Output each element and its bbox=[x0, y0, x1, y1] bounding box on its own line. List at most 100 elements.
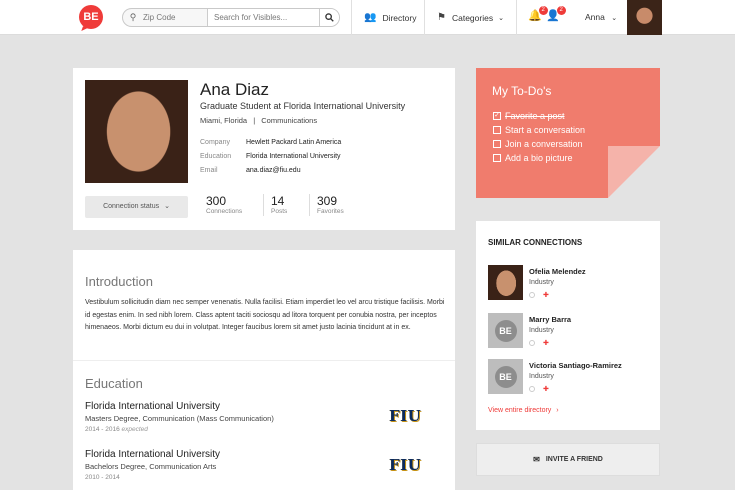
invite-friend-button[interactable]: ✉ INVITE A FRIEND bbox=[476, 443, 660, 476]
chevron-down-icon: ⌄ bbox=[164, 203, 170, 210]
connection-name[interactable]: Ofelia Melendez bbox=[529, 267, 586, 276]
todo-title: My To-Do's bbox=[492, 84, 552, 98]
be-placeholder-icon: BE bbox=[494, 319, 517, 342]
todo-card: My To-Do's ✓ Favorite a post Start a conv… bbox=[476, 68, 660, 198]
chevron-down-icon: ⌄ bbox=[498, 14, 504, 22]
todo-label: Start a conversation bbox=[505, 125, 586, 135]
todo-label: Add a bio picture bbox=[505, 153, 573, 163]
be-logo[interactable]: BE bbox=[79, 5, 103, 29]
connection-actions: ✚ bbox=[529, 339, 549, 347]
page-curl-decoration bbox=[608, 146, 660, 198]
checkbox-icon[interactable] bbox=[493, 154, 501, 162]
add-user-icon[interactable]: ✚ bbox=[543, 291, 549, 299]
school-name[interactable]: Florida International University bbox=[85, 401, 274, 412]
connection-info: Industry bbox=[529, 327, 554, 334]
nav-divider bbox=[351, 0, 352, 35]
add-user-icon[interactable]: ✚ bbox=[543, 339, 549, 347]
stat-number: 300 bbox=[206, 194, 227, 208]
todo-item[interactable]: Start a conversation bbox=[493, 125, 585, 135]
chevron-right-icon: › bbox=[556, 407, 559, 414]
stat-number: 14 bbox=[271, 194, 285, 208]
connection-actions: ✚ bbox=[529, 385, 549, 393]
years-range: 2010 - 2014 bbox=[85, 474, 120, 481]
connection-info: Industry bbox=[529, 279, 554, 286]
nav-divider bbox=[516, 0, 517, 35]
stat-connections[interactable]: 300 Connections bbox=[206, 194, 242, 215]
nav-categories-label: Categories bbox=[451, 12, 494, 23]
email-value[interactable]: ana.diaz@fiu.edu bbox=[246, 167, 301, 174]
todo-item[interactable]: ✓ Favorite a post bbox=[493, 111, 565, 121]
avatar[interactable] bbox=[488, 265, 523, 300]
zip-code-input[interactable]: Zip Code bbox=[143, 9, 208, 26]
avatar[interactable]: BE bbox=[488, 313, 523, 348]
years-note: expected bbox=[121, 426, 148, 433]
favorite-icon[interactable] bbox=[529, 386, 535, 392]
view-directory-link[interactable]: View entire directory › bbox=[488, 407, 559, 414]
education-entry: Florida International University Bachelo… bbox=[85, 449, 220, 481]
years: 2014 - 2016 expected bbox=[85, 426, 274, 433]
checked-box-icon[interactable]: ✓ bbox=[493, 112, 501, 120]
education-label: Education bbox=[200, 153, 232, 160]
school-name[interactable]: Florida International University bbox=[85, 449, 220, 460]
todo-label: Join a conversation bbox=[505, 139, 583, 149]
stat-number: 309 bbox=[317, 194, 338, 208]
similar-connections-heading: SIMILAR CONNECTIONS bbox=[488, 238, 583, 247]
search-bar: ⚲ Zip Code Search for Visibles... bbox=[122, 8, 340, 27]
company-row: Company Hewlett Packard Latin America bbox=[200, 139, 341, 146]
years-range: 2014 - 2016 bbox=[85, 426, 120, 433]
similar-connections-card: SIMILAR CONNECTIONS Ofelia Melendez Indu… bbox=[476, 221, 660, 430]
profile-title: Graduate Student at Florida Internationa… bbox=[200, 101, 406, 111]
stat-label: Posts bbox=[271, 208, 288, 215]
avatar[interactable]: BE bbox=[488, 359, 523, 394]
connection-name[interactable]: Marry Barra bbox=[529, 315, 571, 324]
profile-location: Miami, Florida | Communications bbox=[200, 116, 318, 125]
nav-divider bbox=[424, 0, 425, 35]
requests-badge: 2 bbox=[556, 6, 566, 15]
user-name-label: Anna bbox=[585, 12, 605, 22]
introduction-heading: Introduction bbox=[85, 274, 153, 289]
tag-icon: ⚑ bbox=[437, 12, 446, 23]
todo-item[interactable]: Join a conversation bbox=[493, 139, 583, 149]
stat-divider bbox=[263, 194, 264, 216]
fiu-logo: FIU bbox=[389, 456, 422, 474]
years: 2010 - 2014 bbox=[85, 474, 220, 481]
user-menu[interactable]: Anna ⌄ bbox=[585, 0, 617, 35]
stat-label: Connections bbox=[206, 208, 243, 215]
company-label: Company bbox=[200, 139, 230, 146]
field-text: Communications bbox=[261, 116, 318, 125]
checkbox-icon[interactable] bbox=[493, 126, 501, 134]
stat-label: Favorites bbox=[317, 208, 344, 215]
email-row: Email ana.diaz@fiu.edu bbox=[200, 167, 301, 174]
connection-status-button[interactable]: Connection status ⌄ bbox=[85, 196, 188, 218]
education-entry: Florida International University Masters… bbox=[85, 401, 274, 433]
checkbox-icon[interactable] bbox=[493, 140, 501, 148]
connection-name[interactable]: Victoria Santiago-Ramirez bbox=[529, 361, 622, 370]
search-button[interactable] bbox=[319, 9, 339, 26]
degree: Bachelors Degree, Communication Arts bbox=[85, 462, 217, 471]
favorite-icon[interactable] bbox=[529, 340, 535, 346]
add-user-icon[interactable]: ✚ bbox=[543, 385, 549, 393]
user-avatar[interactable] bbox=[627, 0, 662, 35]
about-card: Introduction Vestibulum sollicitudin dia… bbox=[73, 250, 455, 490]
stat-posts[interactable]: 14 Posts bbox=[271, 194, 287, 215]
profile-name: Ana Diaz bbox=[200, 80, 269, 99]
nav-categories[interactable]: ⚑ Categories ⌄ bbox=[437, 0, 504, 35]
chevron-down-icon: ⌄ bbox=[611, 15, 618, 22]
degree: Masters Degree, Communication (Mass Comm… bbox=[85, 414, 274, 423]
location-text: Miami, Florida bbox=[200, 116, 248, 125]
users-icon: 👥 bbox=[364, 12, 377, 23]
stat-favorites[interactable]: 309 Favorites bbox=[317, 194, 344, 215]
section-divider bbox=[73, 360, 455, 361]
connection-requests-button[interactable]: 👤 2 bbox=[546, 6, 566, 22]
connection-actions: ✚ bbox=[529, 291, 549, 299]
envelope-icon: ✉ bbox=[533, 455, 540, 464]
connection-info: Industry bbox=[529, 373, 554, 380]
invite-label: INVITE A FRIEND bbox=[545, 456, 603, 463]
nav-directory[interactable]: 👥 Directory bbox=[364, 0, 416, 35]
search-input[interactable]: Search for Visibles... bbox=[208, 9, 319, 26]
favorite-icon[interactable] bbox=[529, 292, 535, 298]
notifications-button[interactable]: 🔔 2 bbox=[528, 6, 548, 22]
todo-label: Favorite a post bbox=[505, 111, 565, 121]
todo-item[interactable]: Add a bio picture bbox=[493, 153, 573, 163]
stat-divider bbox=[309, 194, 310, 216]
